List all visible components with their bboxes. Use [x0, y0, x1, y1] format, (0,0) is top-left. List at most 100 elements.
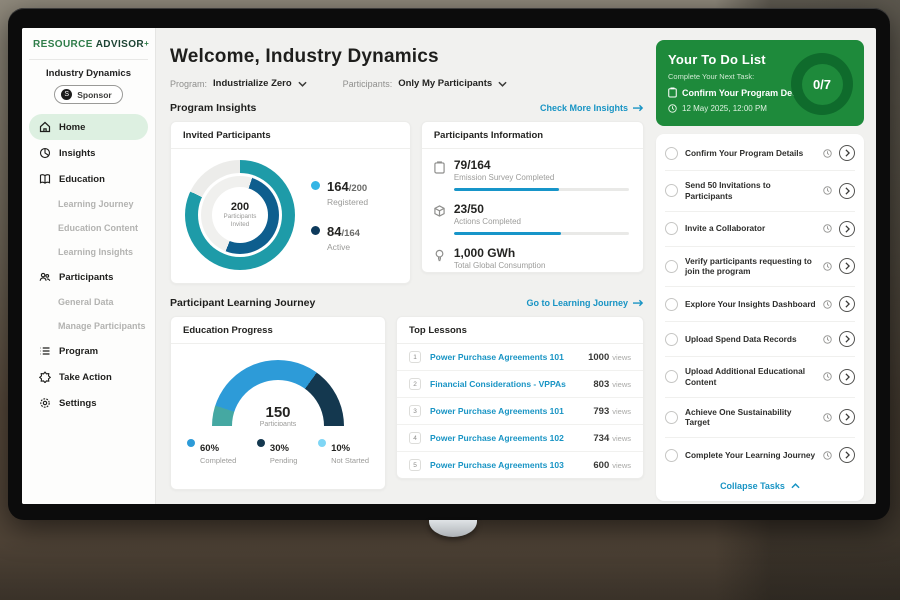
- sidebar-item-label: General Data: [58, 297, 114, 307]
- task-label[interactable]: Verify participants requesting to join t…: [685, 256, 816, 278]
- task-row: Explore Your Insights Dashboard: [665, 287, 855, 322]
- task-label[interactable]: Complete Your Learning Journey: [685, 450, 816, 461]
- chevron-right-icon: [845, 335, 850, 343]
- clock-icon: [823, 300, 832, 309]
- invited-card-title: Invited Participants: [171, 122, 410, 149]
- task-checkbox[interactable]: [665, 411, 678, 424]
- stat-label: Actions Completed: [454, 217, 629, 226]
- sidebar-item-general-data[interactable]: General Data: [29, 290, 148, 314]
- legend-denominator: /200: [349, 183, 368, 194]
- task-checkbox[interactable]: [665, 147, 678, 160]
- task-label[interactable]: Send 50 Invitations to Participants: [685, 180, 816, 202]
- task-checkbox[interactable]: [665, 333, 678, 346]
- clock-icon: [823, 149, 832, 158]
- clock-icon: [668, 104, 677, 113]
- task-label[interactable]: Invite a Collaborator: [685, 223, 816, 234]
- task-open-button[interactable]: [839, 258, 855, 274]
- lesson-title[interactable]: Financial Considerations - VPPAs: [430, 379, 584, 389]
- lesson-title[interactable]: Power Purchase Agreements 101: [430, 406, 584, 416]
- gear-icon: [39, 397, 51, 409]
- task-open-button[interactable]: [839, 296, 855, 312]
- lesson-views-suffix: views: [612, 380, 631, 389]
- task-open-button[interactable]: [839, 369, 855, 385]
- stat-body: 79/164 Emission Survey Completed: [454, 158, 629, 191]
- sidebar-item-participants[interactable]: Participants: [29, 264, 148, 290]
- lesson-title[interactable]: Power Purchase Agreements 101: [430, 352, 579, 362]
- invited-center-label: Participants Invited: [218, 213, 262, 229]
- lesson-row[interactable]: 1 Power Purchase Agreements 101 1000view…: [397, 344, 643, 371]
- task-checkbox[interactable]: [665, 298, 678, 311]
- book-icon: [39, 173, 51, 185]
- task-open-button[interactable]: [839, 183, 855, 199]
- task-label[interactable]: Explore Your Insights Dashboard: [685, 299, 816, 310]
- legend-item-registered: 164/200 Registered: [311, 178, 368, 207]
- sidebar-item-education[interactable]: Education: [29, 166, 148, 192]
- lesson-row[interactable]: 4 Power Purchase Agreements 102 734views: [397, 425, 643, 452]
- invited-donut-chart: 200 Participants Invited: [185, 160, 295, 270]
- collapse-tasks-link[interactable]: Collapse Tasks: [665, 472, 855, 501]
- go-to-learning-journey-link[interactable]: Go to Learning Journey: [526, 298, 644, 308]
- lesson-title[interactable]: Power Purchase Agreements 103: [430, 460, 584, 470]
- sidebar-item-settings[interactable]: Settings: [29, 390, 148, 416]
- sidebar-item-take-action[interactable]: Take Action: [29, 364, 148, 390]
- clock-icon: [823, 372, 832, 381]
- check-more-insights-link[interactable]: Check More Insights: [540, 103, 644, 113]
- todo-next-date: 12 May 2025, 12:00 PM: [682, 104, 767, 113]
- task-checkbox[interactable]: [665, 449, 678, 462]
- program-filter-label: Program:: [170, 79, 207, 89]
- sidebar-item-program[interactable]: Program: [29, 338, 148, 364]
- task-checkbox[interactable]: [665, 222, 678, 235]
- bulb-icon: [434, 249, 445, 262]
- todo-hero-card: Your To Do List Complete Your Next Task:…: [656, 40, 864, 126]
- participants-filter[interactable]: Participants: Only My Participants: [343, 78, 508, 89]
- lesson-views-count: 803: [593, 379, 609, 390]
- lesson-row[interactable]: 3 Power Purchase Agreements 101 793views: [397, 398, 643, 425]
- lessons-card-title: Top Lessons: [397, 317, 643, 344]
- lesson-row[interactable]: 5 Power Purchase Agreements 103 600views: [397, 452, 643, 478]
- sponsor-badge[interactable]: S Sponsor: [54, 85, 122, 104]
- task-open-button[interactable]: [839, 447, 855, 463]
- task-label[interactable]: Upload Additional Educational Content: [685, 366, 816, 388]
- sidebar-item-education-content[interactable]: Education Content: [29, 216, 148, 240]
- task-label[interactable]: Achieve One Sustainability Target: [685, 407, 816, 429]
- task-label[interactable]: Confirm Your Program Details: [685, 148, 816, 159]
- legend-dot: [311, 181, 320, 190]
- education-gauge-chart: 150 Participants: [212, 360, 344, 426]
- sidebar-item-manage-participants[interactable]: Manage Participants: [29, 314, 148, 338]
- lesson-title[interactable]: Power Purchase Agreements 102: [430, 433, 584, 443]
- task-checkbox[interactable]: [665, 370, 678, 383]
- task-row: Invite a Collaborator: [665, 212, 855, 247]
- task-checkbox[interactable]: [665, 260, 678, 273]
- task-open-button[interactable]: [839, 409, 855, 425]
- legend-item-pending: 30%Pending: [257, 438, 298, 465]
- legend-item-active: 84/164 Active: [311, 223, 368, 252]
- invited-center-value: 200: [231, 201, 249, 213]
- task-open-button[interactable]: [839, 331, 855, 347]
- stat-bar-fill: [454, 188, 559, 191]
- stat-value: 1,000 GWh: [454, 246, 629, 260]
- todo-column: Your To Do List Complete Your Next Task:…: [654, 28, 876, 504]
- sponsor-icon: S: [61, 89, 72, 100]
- lesson-row[interactable]: 2 Financial Considerations - VPPAs 803vi…: [397, 371, 643, 398]
- lesson-views-suffix: views: [612, 407, 631, 416]
- sidebar-item-learning-insights[interactable]: Learning Insights: [29, 240, 148, 264]
- task-checkbox[interactable]: [665, 184, 678, 197]
- sidebar-item-insights[interactable]: Insights: [29, 140, 148, 166]
- app-logo[interactable]: RESOURCE ADVISOR+: [29, 39, 148, 50]
- chevron-right-icon: [845, 225, 850, 233]
- program-filter[interactable]: Program: Industrialize Zero: [170, 78, 307, 89]
- sidebar-item-home[interactable]: Home: [29, 114, 148, 140]
- task-row: Achieve One Sustainability Target: [665, 398, 855, 439]
- sidebar-item-learning-journey[interactable]: Learning Journey: [29, 192, 148, 216]
- task-label[interactable]: Upload Spend Data Records: [685, 334, 816, 345]
- sidebar-item-label: Learning Insights: [58, 247, 133, 257]
- task-open-button[interactable]: [839, 221, 855, 237]
- lesson-rank: 5: [409, 459, 421, 471]
- home-icon: [39, 121, 51, 133]
- chevron-right-icon: [845, 413, 850, 421]
- chevron-right-icon: [845, 262, 850, 270]
- lesson-views-suffix: views: [612, 353, 631, 362]
- filters-row: Program: Industrialize Zero Participants…: [170, 78, 644, 89]
- task-open-button[interactable]: [839, 145, 855, 161]
- monitor-stand: [429, 520, 477, 537]
